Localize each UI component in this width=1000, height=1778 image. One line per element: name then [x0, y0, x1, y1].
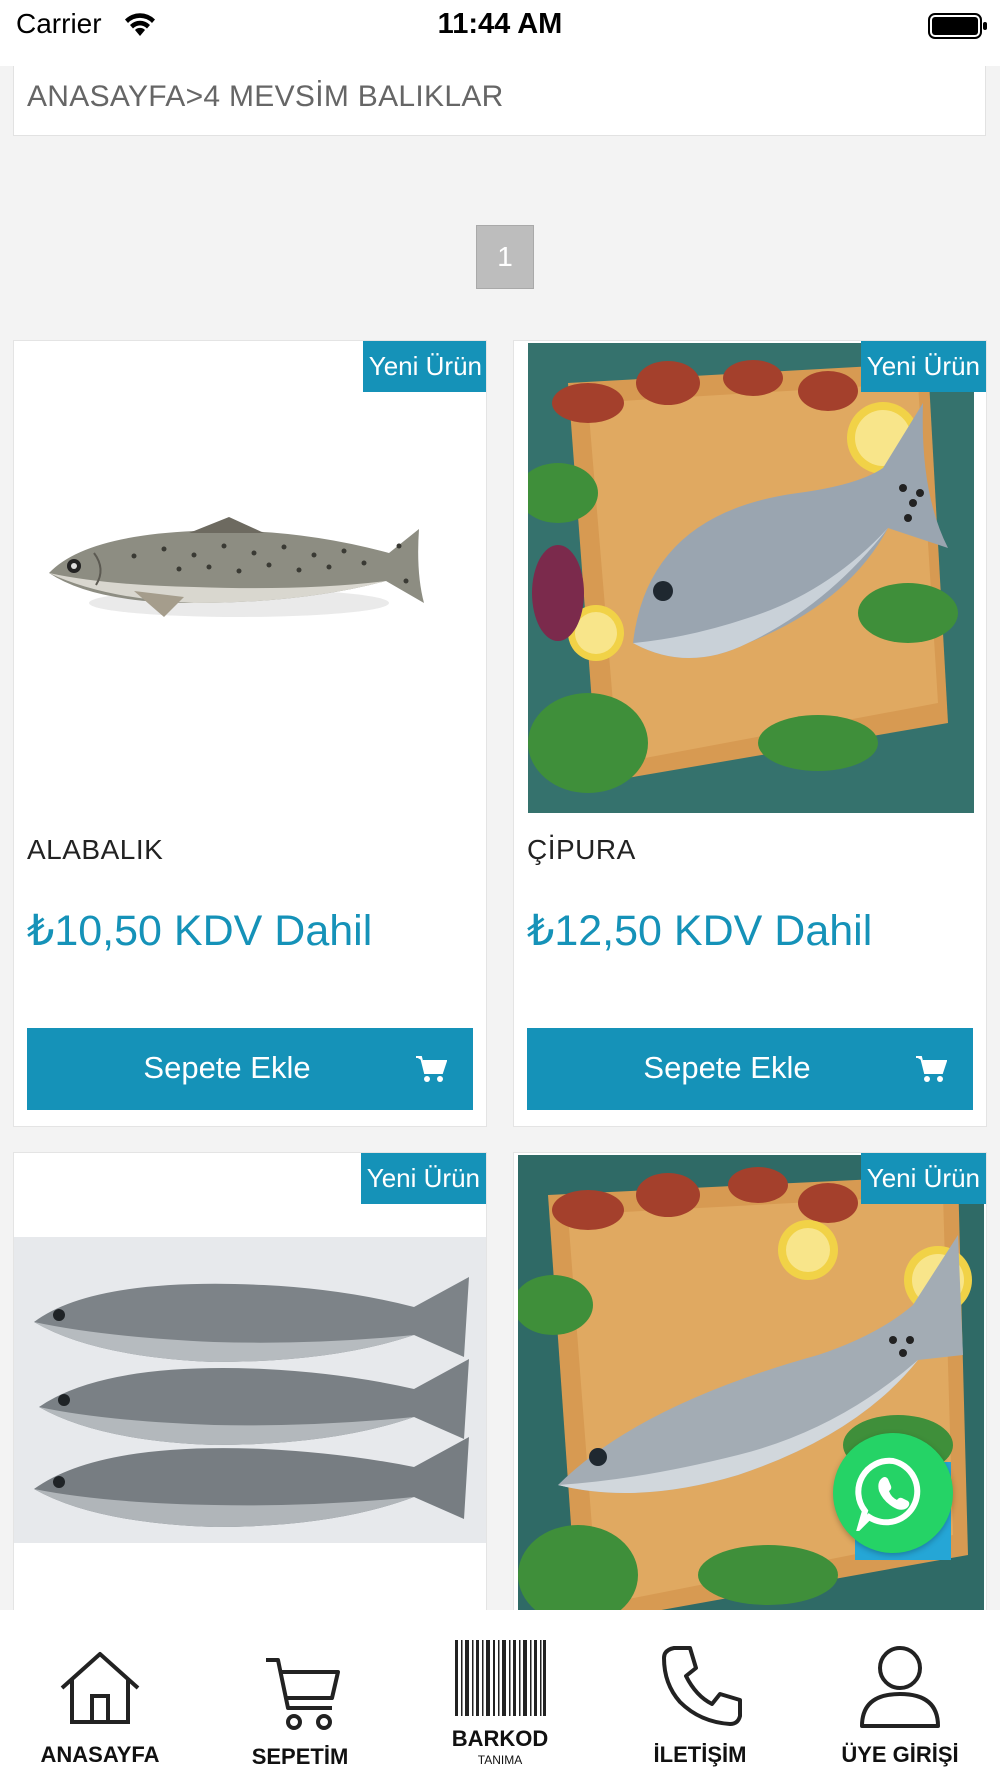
nav-contact-label: İLETİŞİM — [653, 1742, 747, 1767]
sea-bream-image — [528, 343, 974, 813]
breadcrumb: ANASAYFA>4 MEVSİM BALIKLAR — [13, 66, 986, 136]
nav-barcode[interactable]: BARKOD TANIMA — [420, 1610, 580, 1778]
nav-home-label: ANASAYFA — [40, 1742, 160, 1767]
product-card: Yeni Ürün — [13, 1152, 487, 1632]
add-to-cart-button[interactable]: Sepete Ekle — [27, 1028, 473, 1110]
add-to-cart-button[interactable]: Sepete Ekle — [527, 1028, 973, 1110]
clock: 11:44 AM — [437, 8, 563, 40]
new-product-badge: Yeni Ürün — [860, 1153, 986, 1204]
whatsapp-button[interactable] — [833, 1433, 953, 1553]
nav-cart-label: SEPETİM — [251, 1744, 349, 1769]
nav-login[interactable]: ÜYE GİRİŞİ — [820, 1610, 980, 1778]
user-icon — [860, 1646, 940, 1728]
nav-barcode-label: BARKOD — [451, 1726, 549, 1751]
cart-icon — [916, 1056, 947, 1082]
home-icon — [60, 1652, 140, 1724]
add-to-cart-label: Sepete Ekle — [143, 1050, 311, 1085]
new-product-badge: Yeni Ürün — [860, 341, 986, 392]
product-card: Yeni Ürün ALABALIK ₺10,50 KDV Dahil Sepe… — [13, 340, 487, 1127]
nav-contact[interactable]: İLETİŞİM — [620, 1610, 780, 1778]
product-card: Yeni Ürün — [513, 1152, 987, 1632]
bottom-nav: ANASAYFA SEPETİM BARKOD TANIMA İLETİŞİM … — [0, 1610, 1000, 1778]
nav-login-label: ÜYE GİRİŞİ — [841, 1742, 959, 1767]
shopping-cart-icon — [266, 1658, 340, 1730]
new-product-badge: Yeni Ürün — [362, 341, 486, 392]
nav-barcode-sublabel: TANIMA — [477, 1753, 523, 1767]
product-image[interactable] — [518, 1155, 984, 1631]
phone-icon — [662, 1646, 742, 1726]
cart-icon — [416, 1056, 447, 1082]
product-price: ₺10,50 KDV Dahil — [27, 907, 373, 955]
battery-icon — [928, 13, 987, 39]
product-price: ₺12,50 KDV Dahil — [527, 907, 873, 955]
status-bar: Carrier 11:44 AM — [0, 0, 1000, 66]
breadcrumb-text[interactable]: ANASAYFA>4 MEVSİM BALIKLAR — [27, 80, 504, 114]
product-image[interactable]: Yeni Ürün — [14, 341, 486, 811]
sea-bass-image — [518, 1155, 984, 1631]
barcode-icon — [455, 1640, 546, 1716]
nav-home[interactable]: ANASAYFA — [20, 1610, 180, 1778]
new-product-badge: Yeni Ürün — [360, 1153, 486, 1204]
product-name[interactable]: ALABALIK — [27, 834, 163, 866]
nav-cart[interactable]: SEPETİM — [220, 1610, 380, 1778]
product-image[interactable] — [14, 1237, 486, 1543]
pagination-page-button[interactable]: 1 — [476, 225, 534, 289]
trout-image — [49, 517, 424, 617]
product-image[interactable] — [528, 343, 974, 813]
product-card: Yeni Ürün ÇİPURA ₺12,50 KDV Dahil Sepete… — [513, 340, 987, 1127]
add-to-cart-label: Sepete Ekle — [643, 1050, 811, 1085]
whatsapp-icon — [855, 1457, 921, 1531]
product-name[interactable]: ÇİPURA — [527, 834, 636, 866]
meagre-image — [14, 1237, 486, 1543]
